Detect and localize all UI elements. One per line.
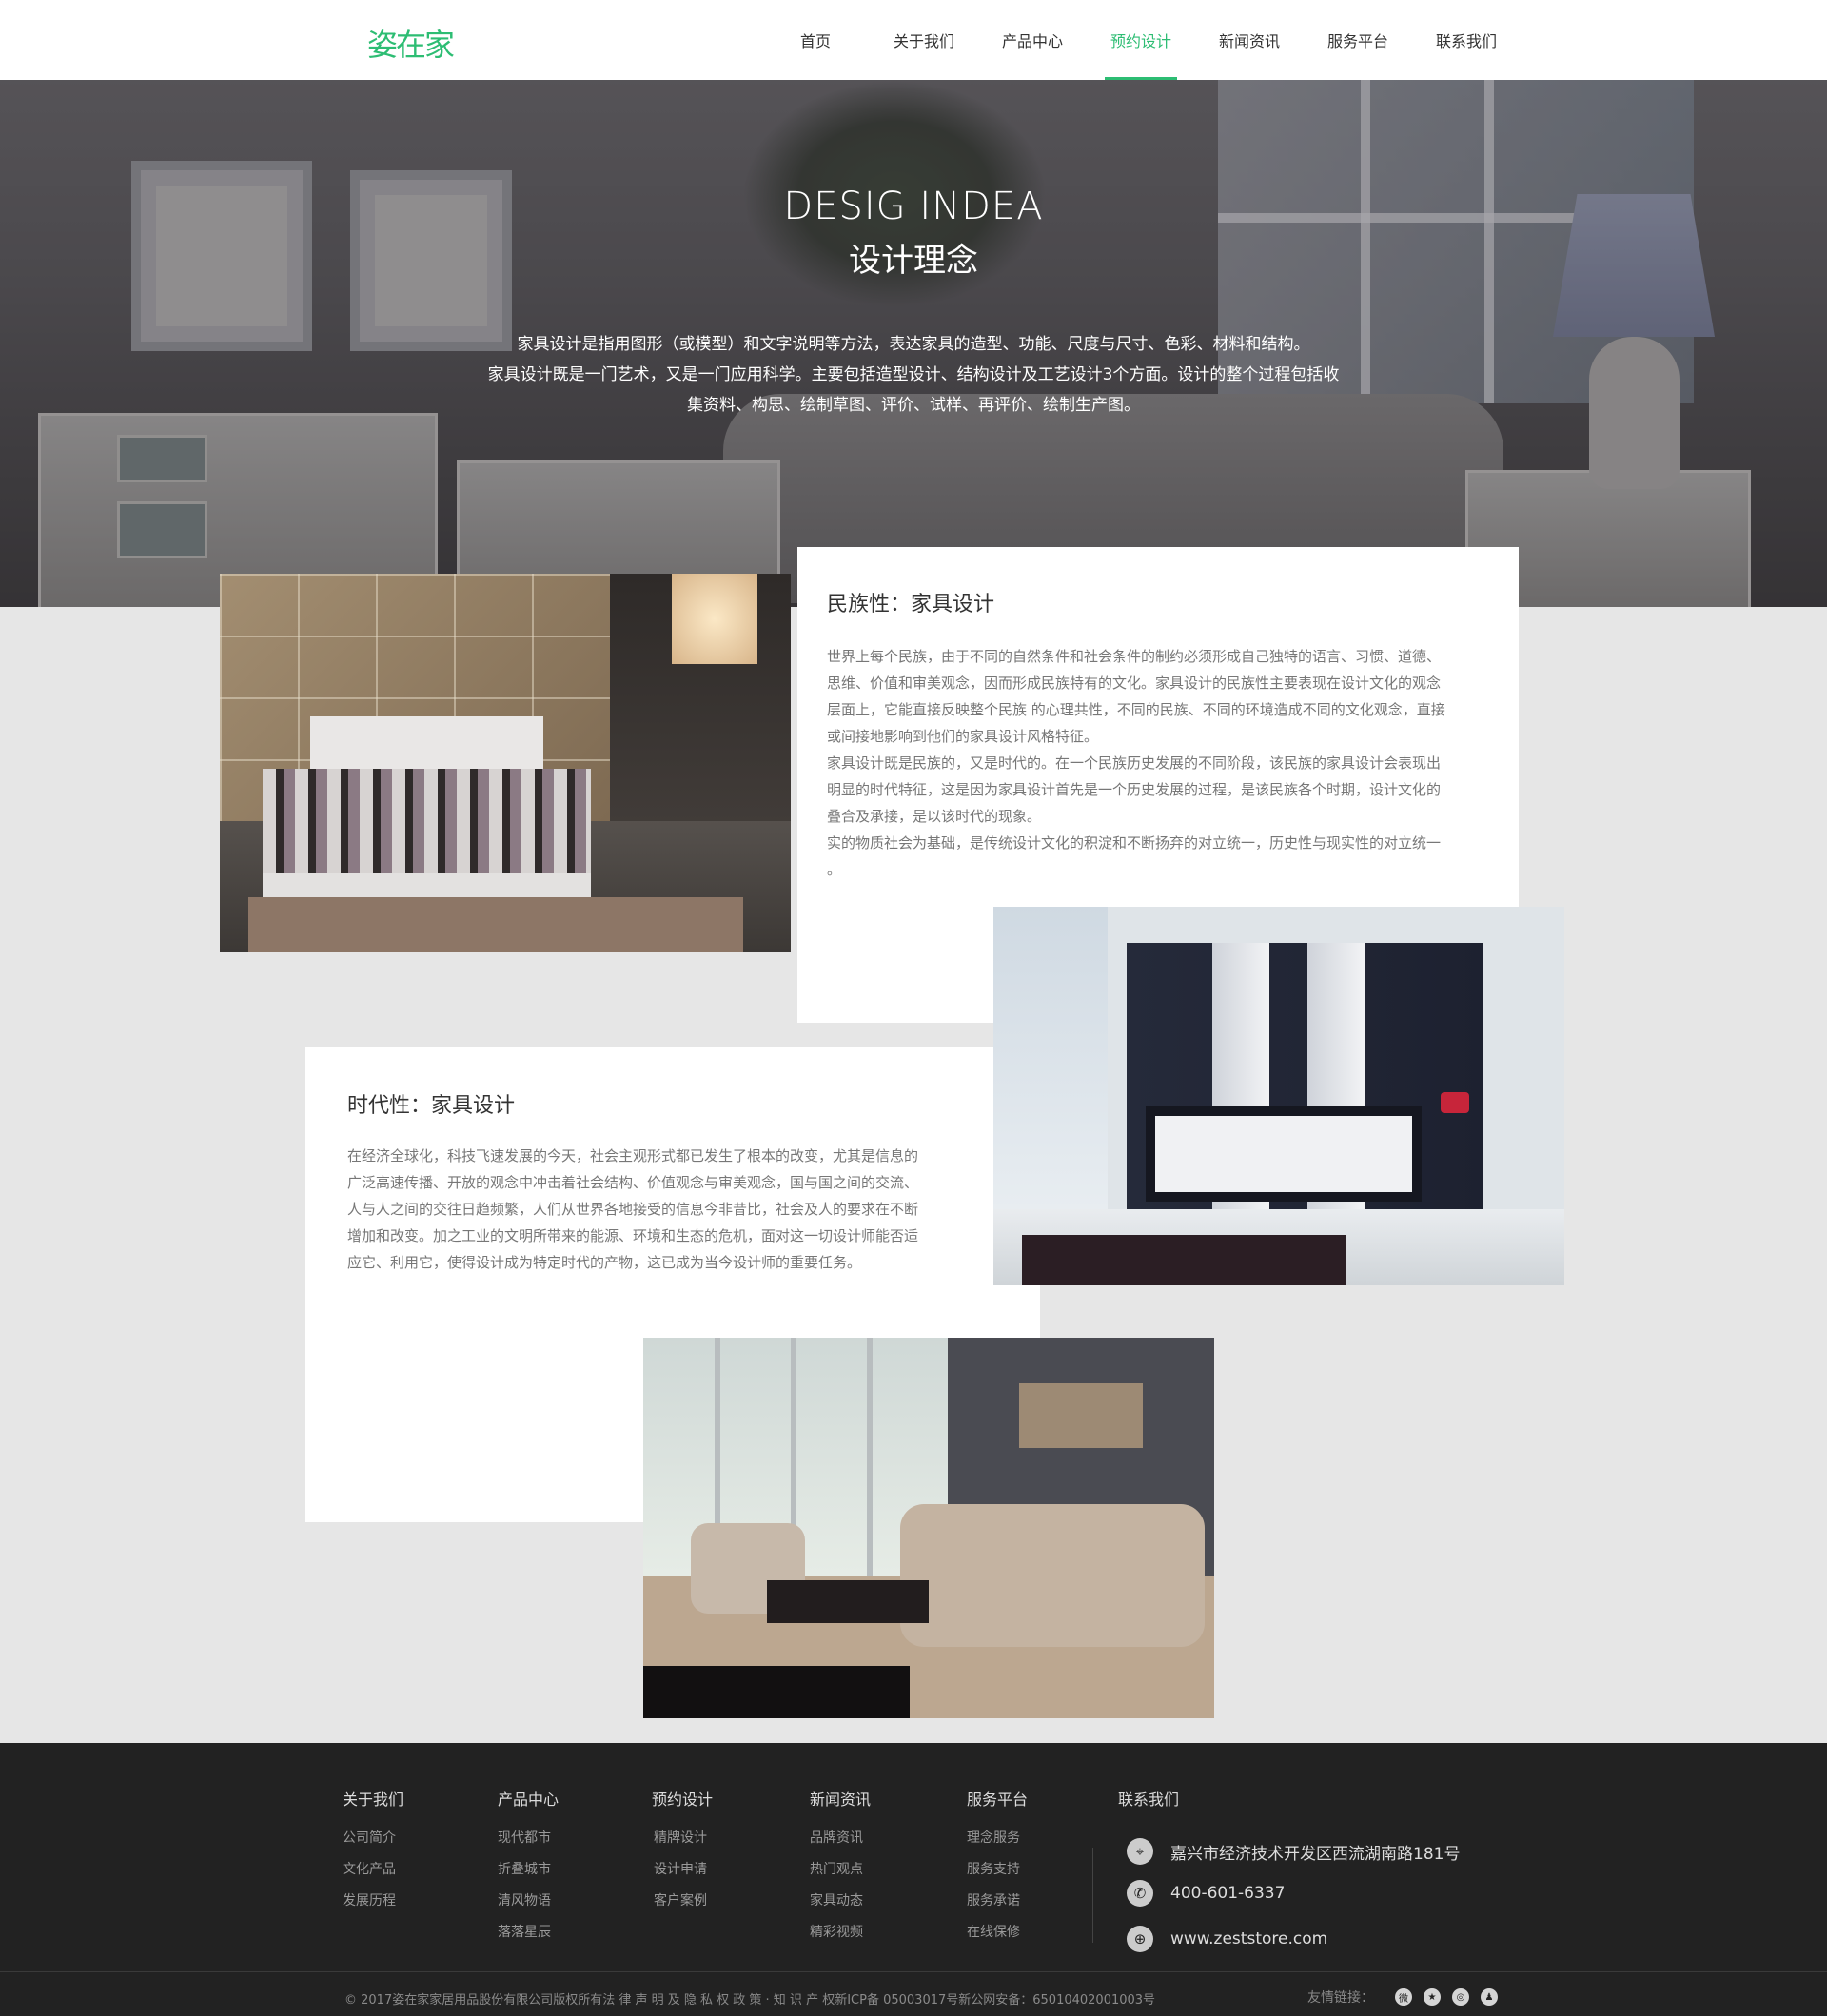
- footer-col-title[interactable]: 服务平台: [967, 1787, 1028, 1810]
- weibo-icon[interactable]: 微: [1395, 1988, 1412, 2006]
- text-line: 明显的时代特征，这是因为家具设计首先是一个历史发展的过程，是该民族各个时期，设计…: [827, 781, 1442, 798]
- footer-link[interactable]: 理念服务: [967, 1828, 1020, 1847]
- living-room-photo: [643, 1338, 1214, 1718]
- text-line: 思维、价值和审美观念，因而形成民族特有的文化。家具设计的民族性主要表现在设计文化…: [827, 675, 1442, 692]
- hero-banner: DESIG INDEA 设计理念 家具设计是指用图形（或模型）和文字说明等方法，…: [0, 80, 1827, 607]
- ethnicity-text: 世界上每个民族，由于不同的自然条件和社会条件的制约必须形成自己独特的语言、习惯、…: [827, 643, 1493, 883]
- text-line: 应它、利用它，使得设计成为特定时代的产物，这已成为当今设计师的重要任务。: [347, 1254, 862, 1271]
- footer-col-title[interactable]: 产品中心: [498, 1787, 559, 1810]
- nav-service[interactable]: 服务平台: [1304, 0, 1412, 80]
- era-title: 时代性：家具设计: [347, 1094, 516, 1118]
- footer-link[interactable]: 落落星辰: [498, 1922, 551, 1941]
- footer-col-title[interactable]: 关于我们: [343, 1787, 403, 1810]
- text-line: 。: [827, 861, 842, 878]
- ethnicity-title: 民族性：家具设计: [827, 593, 995, 617]
- footer-link[interactable]: 在线保修: [967, 1922, 1020, 1941]
- footer-link[interactable]: 现代都市: [498, 1828, 551, 1847]
- contact-address-text: 嘉兴市经济技术开发区西流湖南路181号: [1170, 1844, 1461, 1864]
- bedroom-photo-warm: [220, 574, 791, 952]
- hero-desc-line: 家具设计是指用图形（或模型）和文字说明等方法，表达家具的造型、功能、尺度与尺寸、…: [517, 335, 1310, 354]
- text-line: 层面上，它能直接反映整个民族 的心理共性，不同的民族、不同的环境造成不同的文化观…: [827, 701, 1445, 718]
- text-line: 家具设计既是民族的，又是时代的。在一个民族历史发展的不同阶段，该民族的家具设计会…: [827, 754, 1442, 772]
- nav-design-booking[interactable]: 预约设计: [1087, 0, 1195, 80]
- hero-desc-line: 家具设计既是一门艺术，又是一门应用科学。主要包括造型设计、结构设计及工艺设计3个…: [487, 365, 1340, 384]
- footer-link[interactable]: 家具动态: [810, 1890, 863, 1909]
- nav-home[interactable]: 首页: [761, 0, 870, 80]
- contact-phone-text[interactable]: 400-601-6337: [1170, 1884, 1285, 1903]
- nav-contact[interactable]: 联系我们: [1412, 0, 1521, 80]
- friend-links: 友情链接： 微 ★ ◎ ♟: [1307, 1987, 1498, 2006]
- nav-news[interactable]: 新闻资讯: [1195, 0, 1304, 80]
- text-line: 人与人之间的交往日趋频繁，人们从世界各地接受的信息今非昔比，社会及人的要求在不断: [347, 1201, 919, 1218]
- text-line: 在经济全球化，科技飞速发展的今天，社会主观形式都已发生了根本的改变，尤其是信息的: [347, 1147, 919, 1165]
- text-line: 或间接地影响到他们的家具设计风格特征。: [827, 728, 1099, 745]
- bedroom-photo-dark: [993, 907, 1564, 1285]
- footer-link[interactable]: 客户案例: [654, 1890, 707, 1909]
- footer-link[interactable]: 公司简介: [343, 1828, 396, 1847]
- footer-link[interactable]: 热门观点: [810, 1859, 863, 1878]
- qq-icon[interactable]: ♟: [1481, 1988, 1498, 2006]
- footer-link[interactable]: 服务承诺: [967, 1890, 1020, 1909]
- footer-col-title[interactable]: 新闻资讯: [810, 1787, 871, 1810]
- text-line: 增加和改变。加之工业的文明所带来的能源、环境和生态的危机，面对这一切设计师能否适: [347, 1227, 919, 1244]
- hero-title-cn: 设计理念: [849, 242, 978, 280]
- footer-link[interactable]: 服务支持: [967, 1859, 1020, 1878]
- hero-desc-line: 集资料、构思、绘制草图、评价、试样、再评价、绘制生产图。: [687, 396, 1140, 415]
- site-footer: 关于我们 公司简介 文化产品 发展历程 产品中心 现代都市 折叠城市 清风物语 …: [0, 1743, 1827, 2016]
- footer-link[interactable]: 精彩视频: [810, 1922, 863, 1941]
- footer-link[interactable]: 文化产品: [343, 1859, 396, 1878]
- site-header: 姿在家 首页 关于我们 产品中心 预约设计 新闻资讯 服务平台 联系我们: [0, 0, 1827, 80]
- globe-icon: ⊕: [1127, 1926, 1153, 1952]
- phone-icon: ✆: [1127, 1880, 1153, 1907]
- footer-divider: [1092, 1848, 1093, 1943]
- hero-title-en: DESIG INDEA: [783, 185, 1044, 228]
- copyright-text: © 2017姿在家家居用品股份有限公司版权所有法 律 声 明 及 隐 私 权 政…: [344, 1993, 1156, 2007]
- contact-website-link[interactable]: www.zeststore.com: [1170, 1929, 1327, 1948]
- contact-phone: ✆ 400-601-6337: [1127, 1880, 1285, 1907]
- wechat-icon[interactable]: ◎: [1452, 1988, 1469, 2006]
- hero-description: 家具设计是指用图形（或模型）和文字说明等方法，表达家具的造型、功能、尺度与尺寸、…: [438, 329, 1389, 421]
- footer-link[interactable]: 精牌设计: [654, 1828, 707, 1847]
- contact-address: ⌖ 嘉兴市经济技术开发区西流湖南路181号: [1127, 1838, 1460, 1865]
- text-line: 叠合及承接，是以该时代的现象。: [827, 808, 1042, 825]
- footer-link[interactable]: 发展历程: [343, 1890, 396, 1909]
- main-nav: 首页 关于我们 产品中心 预约设计 新闻资讯 服务平台 联系我们: [761, 0, 1521, 80]
- text-line: 实的物质社会为基础，是传统设计文化的积淀和不断扬弃的对立统一，历史性与现实性的对…: [827, 834, 1442, 851]
- text-line: 广泛高速传播、开放的观念中冲击着社会结构、价值观念与审美观念，国与国之间的交流、: [347, 1174, 919, 1191]
- qzone-icon[interactable]: ★: [1424, 1988, 1441, 2006]
- era-text: 在经济全球化，科技飞速发展的今天，社会主观形式都已发生了根本的改变，尤其是信息的…: [347, 1143, 994, 1276]
- footer-link[interactable]: 设计申请: [654, 1859, 707, 1878]
- footer-bottom-divider: [0, 1971, 1827, 1972]
- text-line: 世界上每个民族，由于不同的自然条件和社会条件的制约必须形成自己独特的语言、习惯、…: [827, 648, 1442, 665]
- footer-link[interactable]: 折叠城市: [498, 1859, 551, 1878]
- footer-col-title[interactable]: 预约设计: [652, 1787, 713, 1810]
- footer-link[interactable]: 品牌资讯: [810, 1828, 863, 1847]
- nav-products[interactable]: 产品中心: [978, 0, 1087, 80]
- location-pin-icon: ⌖: [1127, 1838, 1153, 1865]
- contact-website: ⊕ www.zeststore.com: [1127, 1926, 1327, 1952]
- site-logo[interactable]: 姿在家: [367, 21, 455, 65]
- friend-links-label: 友情链接：: [1307, 1990, 1374, 2006]
- nav-about[interactable]: 关于我们: [870, 0, 978, 80]
- footer-contact-title[interactable]: 联系我们: [1118, 1787, 1179, 1810]
- footer-link[interactable]: 清风物语: [498, 1890, 551, 1909]
